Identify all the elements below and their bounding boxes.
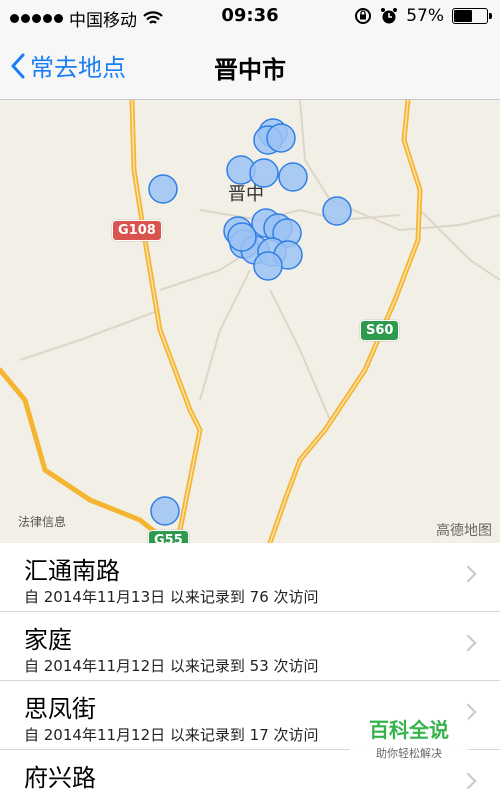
location-visits: 自 2014年11月13日 以来记录到 76 次访问 [24,588,319,606]
location-name: 思凤街 [24,695,96,723]
road-badge-g55: G55 [148,530,189,543]
location-marker-icon[interactable] [253,251,283,281]
city-label: 晋中 [228,184,264,205]
list-item-location-1[interactable]: 汇通南路 自 2014年11月13日 以来记录到 76 次访问 [0,543,500,612]
map-canvas [0,100,500,543]
watermark-subtitle: 助你轻松解决 [376,747,442,760]
location-visits: 自 2014年11月12日 以来记录到 17 次访问 [24,726,319,744]
battery-percent: 57% [406,6,444,26]
rotation-lock-icon [355,8,372,24]
watermark-title: 百科全说 [369,718,449,742]
status-bar: 中国移动 09:36 57% [0,0,500,34]
navigation-bar: 常去地点 晋中市 [0,34,500,100]
map-provider-logo: 高德地图 [436,523,492,539]
location-marker-icon[interactable] [266,123,296,153]
location-name: 家庭 [24,626,72,654]
status-right: 57% [354,6,492,26]
road-badge-g108: G108 [112,220,162,241]
location-marker-icon[interactable] [322,196,352,226]
location-marker-icon[interactable] [148,174,178,204]
map-view[interactable]: 晋中 G108 S60 G55 法律信息 高德地图 [0,100,500,543]
location-name: 汇通南路 [24,557,120,585]
page-title: 晋中市 [214,56,286,84]
location-name: 府兴路 [24,764,96,789]
location-marker-icon[interactable] [227,222,257,252]
list-item-location-2[interactable]: 家庭 自 2014年11月12日 以来记录到 53 次访问 [0,612,500,681]
location-marker-icon[interactable] [278,162,308,192]
disclosure-chevron-icon [459,634,477,652]
watermark: 百科全说 助你轻松解决 [350,708,468,766]
location-marker-icon[interactable] [150,496,180,526]
disclosure-chevron-icon [459,565,477,583]
battery-icon [452,8,492,24]
legal-info-link[interactable]: 法律信息 [18,513,66,530]
alarm-icon [381,8,398,24]
battery-fill [454,10,473,22]
location-visits: 自 2014年11月12日 以来记录到 53 次访问 [24,657,319,675]
road-badge-s60: S60 [360,320,400,341]
disclosure-chevron-icon [459,772,477,789]
